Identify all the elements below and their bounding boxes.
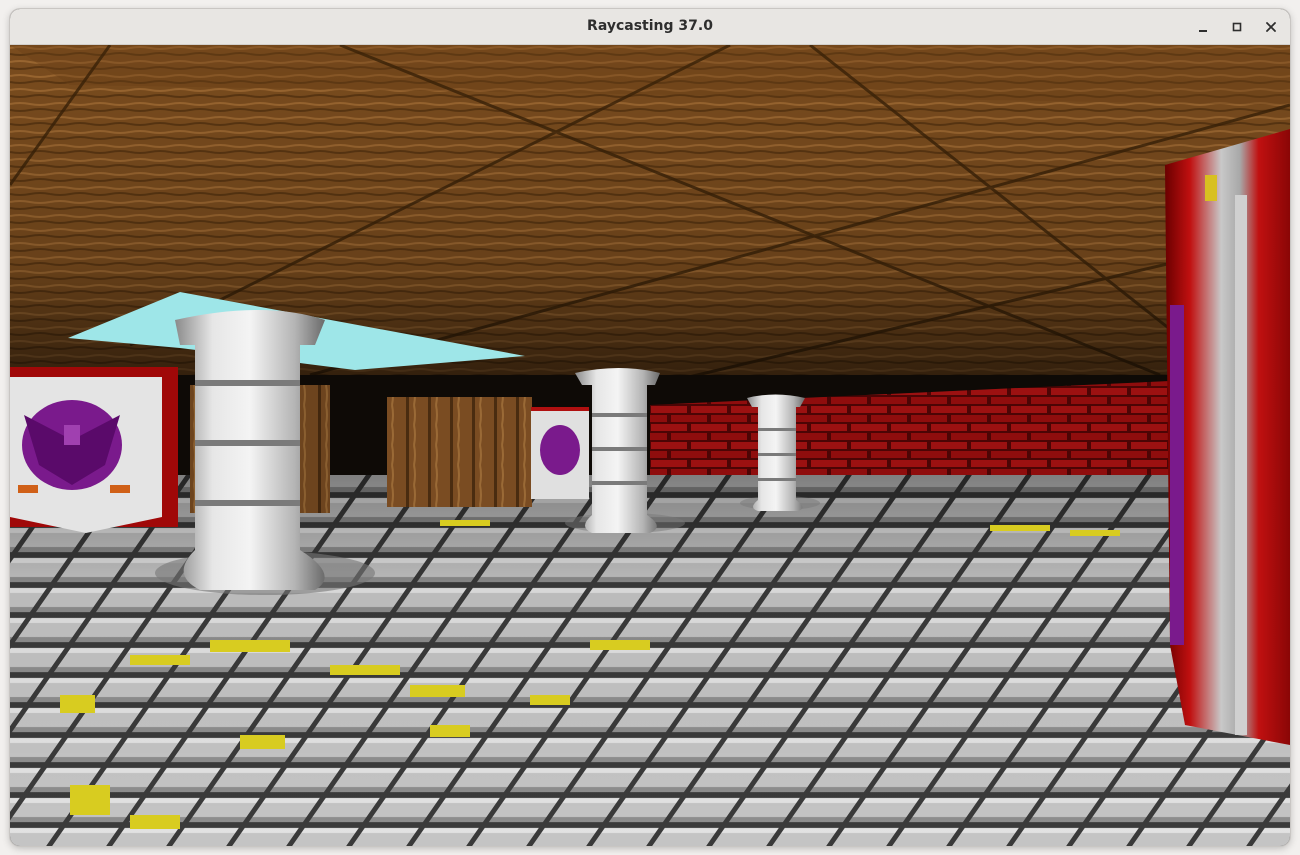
red-pillar-right bbox=[1165, 129, 1290, 745]
window-title: Raycasting 37.0 bbox=[587, 18, 713, 34]
raycast-scene bbox=[10, 45, 1290, 846]
eagle-banner-left bbox=[10, 367, 178, 533]
minimize-icon bbox=[1199, 30, 1207, 32]
close-icon bbox=[1266, 22, 1276, 32]
maximize-button[interactable] bbox=[1225, 15, 1249, 39]
close-button[interactable] bbox=[1259, 15, 1283, 39]
app-window: Raycasting 37.0 bbox=[10, 9, 1290, 846]
wood-crate-center bbox=[387, 397, 532, 507]
minimize-button[interactable] bbox=[1191, 15, 1215, 39]
game-viewport[interactable] bbox=[10, 45, 1290, 846]
titlebar[interactable]: Raycasting 37.0 bbox=[10, 9, 1290, 45]
maximize-icon bbox=[1232, 22, 1242, 32]
eagle-banner-center bbox=[531, 407, 589, 499]
